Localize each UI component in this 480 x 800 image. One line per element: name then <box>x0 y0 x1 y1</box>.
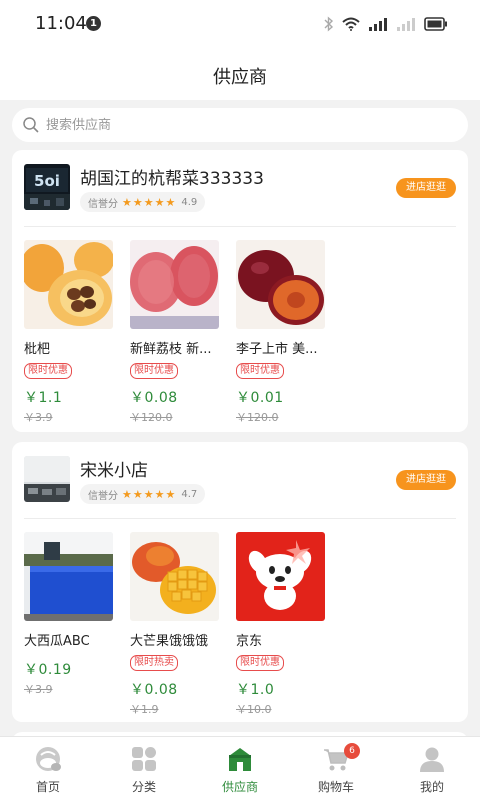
divider <box>24 518 456 519</box>
rating-label: 信誉分 <box>88 198 118 210</box>
product-item[interactable]: 枇杷 限时优惠 ￥1.1 ￥3.9 <box>24 240 113 425</box>
svg-text:5oi: 5oi <box>34 172 60 190</box>
supplier-card[interactable]: 5oi 胡国江的杭帮菜333333 信誉分 ★ ★ ★ ★ ★ 4.9 进店逛逛 枇杷 … <box>12 150 468 432</box>
divider <box>24 226 456 227</box>
tab-label: 分类 <box>131 780 156 794</box>
visit-store-button[interactable]: 进店逛逛 <box>396 178 456 198</box>
visit-store-button[interactable]: 进店逛逛 <box>396 470 456 490</box>
product-image-mango <box>130 532 219 621</box>
product-name: 大芒果饿饿饿 <box>130 634 209 649</box>
promo-tag: 限时优惠 <box>236 655 284 671</box>
product-name: 大西瓜ABC <box>24 634 90 649</box>
search-icon <box>23 117 39 133</box>
star-icon: ★ <box>154 487 165 501</box>
product-price: ￥0.08 <box>130 682 178 698</box>
star-icon: ★ <box>122 487 132 501</box>
star-icon: ★ <box>143 195 154 209</box>
product-original-price: ￥3.9 <box>24 683 53 696</box>
supplier-card[interactable]: 宋米小店 信誉分 ★ ★ ★ ★ ★ 4.7 进店逛逛 大西瓜ABC ￥0.19 ￥3.… <box>12 442 468 722</box>
shop-name[interactable]: 胡国江的杭帮菜333333 <box>80 164 264 189</box>
page-title: 供应商 <box>213 67 267 88</box>
promo-tag: 限时优惠 <box>24 363 72 379</box>
product-item[interactable]: 京东 限时优惠 ￥1.0 ￥10.0 <box>236 532 325 717</box>
shop-logo <box>24 456 70 502</box>
product-price: ￥0.19 <box>24 662 72 678</box>
star-icon: ★ <box>165 487 176 501</box>
star-icon: ★ <box>165 195 176 209</box>
category-icon <box>132 747 156 771</box>
rating-stars: ★ ★ ★ ★ ★ <box>122 489 175 500</box>
rating-badge: 信誉分 ★ ★ ★ ★ ★ 4.9 <box>80 192 206 212</box>
profile-icon <box>420 747 444 772</box>
title-bar: 供应商 <box>0 48 480 100</box>
rating-value: 4.9 <box>181 196 198 208</box>
product-item[interactable]: 大芒果饿饿饿 限时热卖 ￥0.08 ￥1.9 <box>130 532 219 717</box>
product-item[interactable]: 新鲜荔枝 新... 限时优惠 ￥0.08 ￥120.0 <box>130 240 219 425</box>
star-icon: ★ <box>132 487 143 501</box>
home-icon <box>36 747 61 771</box>
rating-label: 信誉分 <box>88 490 118 502</box>
search-bar[interactable] <box>12 108 468 142</box>
supplier-icon <box>229 748 251 771</box>
tab-profile[interactable]: 我的 <box>384 737 480 800</box>
product-image-watermelon <box>24 532 113 621</box>
tab-label: 首页 <box>35 780 60 794</box>
signal-icon <box>369 18 387 31</box>
product-price: ￥1.0 <box>236 682 275 698</box>
product-name: 京东 <box>236 634 263 649</box>
bluetooth-icon <box>324 16 334 32</box>
product-image-plum <box>236 240 325 329</box>
product-image-loquat <box>24 240 113 329</box>
cart-count-badge: 6 <box>344 743 360 759</box>
product-image-lychee <box>130 240 219 329</box>
promo-tag: 限时优惠 <box>236 363 284 379</box>
star-icon: ★ <box>154 195 165 209</box>
star-icon: ★ <box>143 487 154 501</box>
status-icons <box>324 14 448 34</box>
tab-category[interactable]: 分类 <box>96 737 192 800</box>
tab-home[interactable]: 首页 <box>0 737 96 800</box>
rating-stars: ★ ★ ★ ★ ★ <box>122 197 175 208</box>
product-original-price: ￥3.9 <box>24 411 53 424</box>
search-input[interactable] <box>46 108 446 142</box>
rating-value: 4.7 <box>181 488 198 500</box>
product-price: ￥0.01 <box>236 390 284 406</box>
product-original-price: ￥120.0 <box>130 411 173 424</box>
shop-logo: 5oi <box>24 164 70 210</box>
product-name: 李子上市 美... <box>236 342 318 357</box>
product-name: 枇杷 <box>24 342 51 357</box>
bottom-tab-bar: 首页 分类 供应商 6 购物车 我的 <box>0 736 480 800</box>
shop-name[interactable]: 宋米小店 <box>80 456 148 481</box>
rating-badge: 信誉分 ★ ★ ★ ★ ★ 4.7 <box>80 484 206 504</box>
tab-label: 供应商 <box>221 780 258 794</box>
promo-tag: 限时热卖 <box>130 655 178 671</box>
tab-label: 购物车 <box>317 780 354 794</box>
star-icon: ★ <box>122 195 132 209</box>
signal-2-icon <box>397 18 415 31</box>
product-name: 新鲜荔枝 新... <box>130 342 212 357</box>
notification-badge: 1 <box>86 16 101 31</box>
product-item[interactable]: 李子上市 美... 限时优惠 ￥0.01 ￥120.0 <box>236 240 325 425</box>
product-original-price: ￥1.9 <box>130 703 159 716</box>
product-item[interactable]: 大西瓜ABC ￥0.19 ￥3.9 <box>24 532 113 697</box>
product-original-price: ￥10.0 <box>236 703 272 716</box>
tab-cart[interactable]: 6 购物车 <box>288 737 384 800</box>
product-image-jd-mascot <box>236 532 325 621</box>
status-bar: 11:04 1 <box>0 0 480 48</box>
tab-supplier[interactable]: 供应商 <box>192 737 288 800</box>
product-price: ￥1.1 <box>24 390 63 406</box>
product-original-price: ￥120.0 <box>236 411 279 424</box>
star-icon: ★ <box>132 195 143 209</box>
battery-icon <box>424 17 447 31</box>
promo-tag: 限时优惠 <box>130 363 178 379</box>
wifi-icon <box>342 17 360 31</box>
product-price: ￥0.08 <box>130 390 178 406</box>
tab-label: 我的 <box>419 780 444 794</box>
status-time: 11:04 <box>35 13 87 34</box>
